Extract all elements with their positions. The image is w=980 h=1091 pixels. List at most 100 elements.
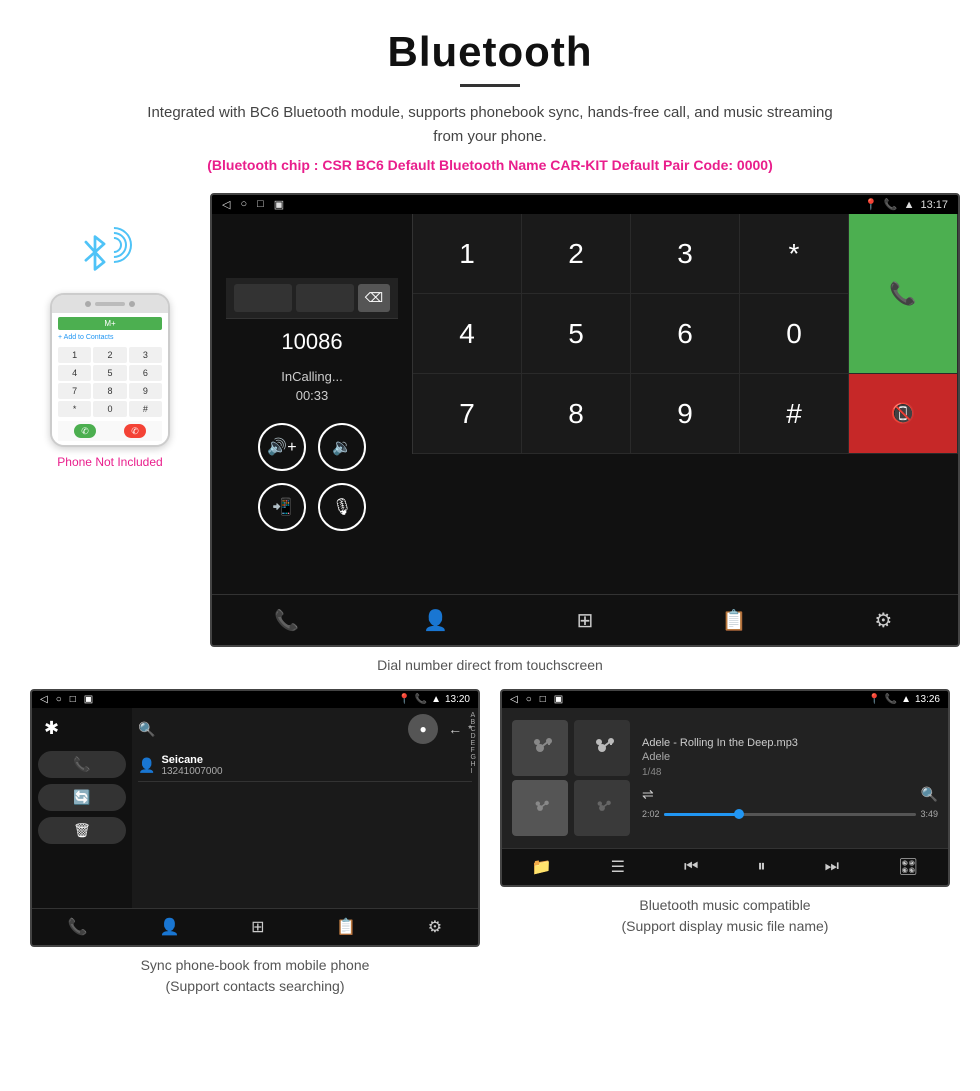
bottom-section: ◁ ○ □ ▣ 📍 📞 ▲ 13:20 ✱ 📞 🔄 🗑 — [0, 689, 980, 997]
nav-cast-icon[interactable]: ▣ — [274, 198, 284, 211]
numpad-key-7[interactable]: 7 — [413, 374, 522, 454]
messages-tab-btn[interactable]: 📋 — [709, 605, 759, 635]
car-status-bar: ◁ ○ □ ▣ 📍 📞 ▲ 13:17 — [212, 195, 958, 214]
pb-phone-tab[interactable]: 📞 — [68, 917, 88, 937]
numpad-key-6[interactable]: 6 — [631, 294, 740, 374]
car-numpad-panel: 1 2 3 * 📞 4 5 6 0 7 8 9 # — [412, 214, 958, 594]
music-folder-btn[interactable]: 📁 — [532, 857, 552, 877]
numpad-key-2[interactable]: 2 — [522, 214, 631, 294]
pb-alpha-C: C — [471, 726, 476, 733]
music-thumb-3 — [512, 780, 568, 836]
numpad-key-0[interactable]: 0 — [740, 294, 849, 374]
phone-tab-icon: 📞 — [274, 608, 299, 633]
car-call-controls: 🔊+ 🔉 — [258, 423, 366, 471]
shuffle-icon[interactable]: ⇌ — [642, 786, 654, 803]
music-nav-cast[interactable]: ▣ — [554, 694, 563, 705]
pb-dialpad-tab[interactable]: ⊞ — [251, 917, 264, 937]
music-time-total: 3:49 — [920, 809, 938, 819]
music-clock: 13:26 — [915, 694, 940, 705]
numpad-key-star[interactable]: * — [740, 214, 849, 294]
music-progress-bar[interactable] — [664, 813, 917, 816]
car-screen[interactable]: ◁ ○ □ ▣ 📍 📞 ▲ 13:17 ⌫ — [210, 193, 960, 647]
pb-contact-name: Seicane — [161, 754, 222, 766]
phone-top-bar — [52, 295, 168, 313]
nav-recent-icon[interactable]: □ — [257, 198, 264, 211]
transfer-btn[interactable]: 📲 — [258, 483, 306, 531]
music-track-count: 1/48 — [642, 767, 938, 778]
phone-sensor-dot — [129, 301, 135, 307]
phone-tab-btn[interactable]: 📞 — [262, 605, 312, 635]
volume-down-btn[interactable]: 🔉 — [318, 423, 366, 471]
music-play-btn[interactable]: ⏸ — [758, 858, 766, 876]
volume-up-btn[interactable]: 🔊+ — [258, 423, 306, 471]
numpad-key-hash[interactable]: # — [740, 374, 849, 454]
music-screen[interactable]: ◁ ○ □ ▣ 📍 📞 ▲ 13:26 — [500, 689, 950, 887]
numpad-key-8[interactable]: 8 — [522, 374, 631, 454]
contacts-tab-btn[interactable]: 👤 — [411, 605, 461, 635]
pb-settings-tab[interactable]: ⚙ — [428, 917, 442, 937]
music-nav-back[interactable]: ◁ — [510, 694, 518, 705]
main-section: M+ + Add to Contacts 1 2 3 4 5 6 7 8 9 *… — [0, 183, 980, 647]
pb-back-arrow-icon[interactable]: ← — [448, 721, 462, 737]
pb-search-row: 🔍 ● ← * — [138, 714, 472, 744]
pb-alpha-H: H — [471, 761, 476, 768]
car-dialer-area: ⌫ 10086 InCalling... 00:33 🔊+ 🔉 📲 — [212, 214, 958, 594]
music-list-btn[interactable]: ☰ — [611, 857, 625, 877]
pb-nav-recent[interactable]: □ — [70, 694, 76, 705]
call-answer-btn[interactable]: 📞 — [849, 214, 958, 374]
numpad-key-3[interactable]: 3 — [631, 214, 740, 294]
settings-tab-btn[interactable]: ⚙ — [858, 605, 908, 635]
phone-answer-btn: ✆ — [74, 424, 96, 438]
phone-key-5: 5 — [93, 365, 126, 381]
phone-key-9: 9 — [129, 383, 162, 399]
pb-contact-info: Seicane 13241007000 — [161, 754, 222, 777]
phonebook-screen[interactable]: ◁ ○ □ ▣ 📍 📞 ▲ 13:20 ✱ 📞 🔄 🗑 — [30, 689, 480, 947]
music-caption-line1: Bluetooth music compatible — [639, 897, 810, 913]
music-controls-top: ⇌ 🔍 — [642, 786, 938, 803]
phonebook-card: ◁ ○ □ ▣ 📍 📞 ▲ 13:20 ✱ 📞 🔄 🗑 — [20, 689, 490, 997]
music-nav-home[interactable]: ○ — [526, 694, 532, 705]
pb-contact-row[interactable]: 👤 Seicane 13241007000 — [138, 750, 472, 782]
music-phone-icon: 📞 — [885, 694, 897, 705]
pb-nav-back[interactable]: ◁ — [40, 694, 48, 705]
pb-alpha-B: B — [471, 719, 476, 726]
music-next-btn[interactable]: ⏭ — [825, 858, 839, 876]
music-search-icon[interactable]: 🔍 — [921, 786, 938, 803]
pb-clock: 13:20 — [445, 694, 470, 705]
pb-nav-home[interactable]: ○ — [56, 694, 62, 705]
phonebook-caption-line1: Sync phone-book from mobile phone — [141, 957, 370, 973]
pb-delete-btn[interactable]: 🗑 — [38, 817, 126, 844]
phone-screen-top: M+ — [58, 317, 162, 330]
mic-btn[interactable]: 🎙 — [318, 483, 366, 531]
call-end-btn[interactable]: 📵 — [849, 374, 958, 454]
numpad-key-5[interactable]: 5 — [522, 294, 631, 374]
pb-circle-btn[interactable]: ● — [408, 714, 438, 744]
music-progress-fill — [664, 813, 740, 816]
pb-messages-tab[interactable]: 📋 — [336, 917, 356, 937]
car-status-icons: 📍 📞 ▲ 13:17 — [864, 198, 948, 211]
numpad-key-1[interactable]: 1 — [413, 214, 522, 294]
music-thumb-1 — [512, 720, 568, 776]
pb-search-icon: 🔍 — [138, 721, 155, 738]
numpad-key-4[interactable]: 4 — [413, 294, 522, 374]
phone-key-star: * — [58, 401, 91, 417]
pb-alpha-D: D — [471, 733, 476, 740]
music-equalizer-btn[interactable]: 🎛 — [898, 857, 918, 877]
header-divider — [460, 84, 520, 87]
phone-not-included-label: Phone Not Included — [57, 455, 162, 469]
pb-call-btn[interactable]: 📞 — [38, 751, 126, 778]
pb-nav-cast[interactable]: ▣ — [84, 694, 93, 705]
music-nav-recent[interactable]: □ — [540, 694, 546, 705]
nav-home-icon[interactable]: ○ — [240, 198, 247, 211]
phone-key-7: 7 — [58, 383, 91, 399]
numpad-key-9[interactable]: 9 — [631, 374, 740, 454]
nav-back-icon[interactable]: ◁ — [222, 198, 230, 211]
music-prev-btn[interactable]: ⏮ — [684, 858, 698, 876]
pb-contact-avatar-icon: 👤 — [138, 757, 155, 774]
dialpad-tab-btn[interactable]: ⊞ — [560, 605, 610, 635]
pb-contacts-tab[interactable]: 👤 — [159, 917, 179, 937]
pb-sync-btn[interactable]: 🔄 — [38, 784, 126, 811]
phone-key-hash: # — [129, 401, 162, 417]
pb-bluetooth-icon: ✱ — [38, 716, 126, 741]
phone-speaker — [95, 302, 125, 306]
